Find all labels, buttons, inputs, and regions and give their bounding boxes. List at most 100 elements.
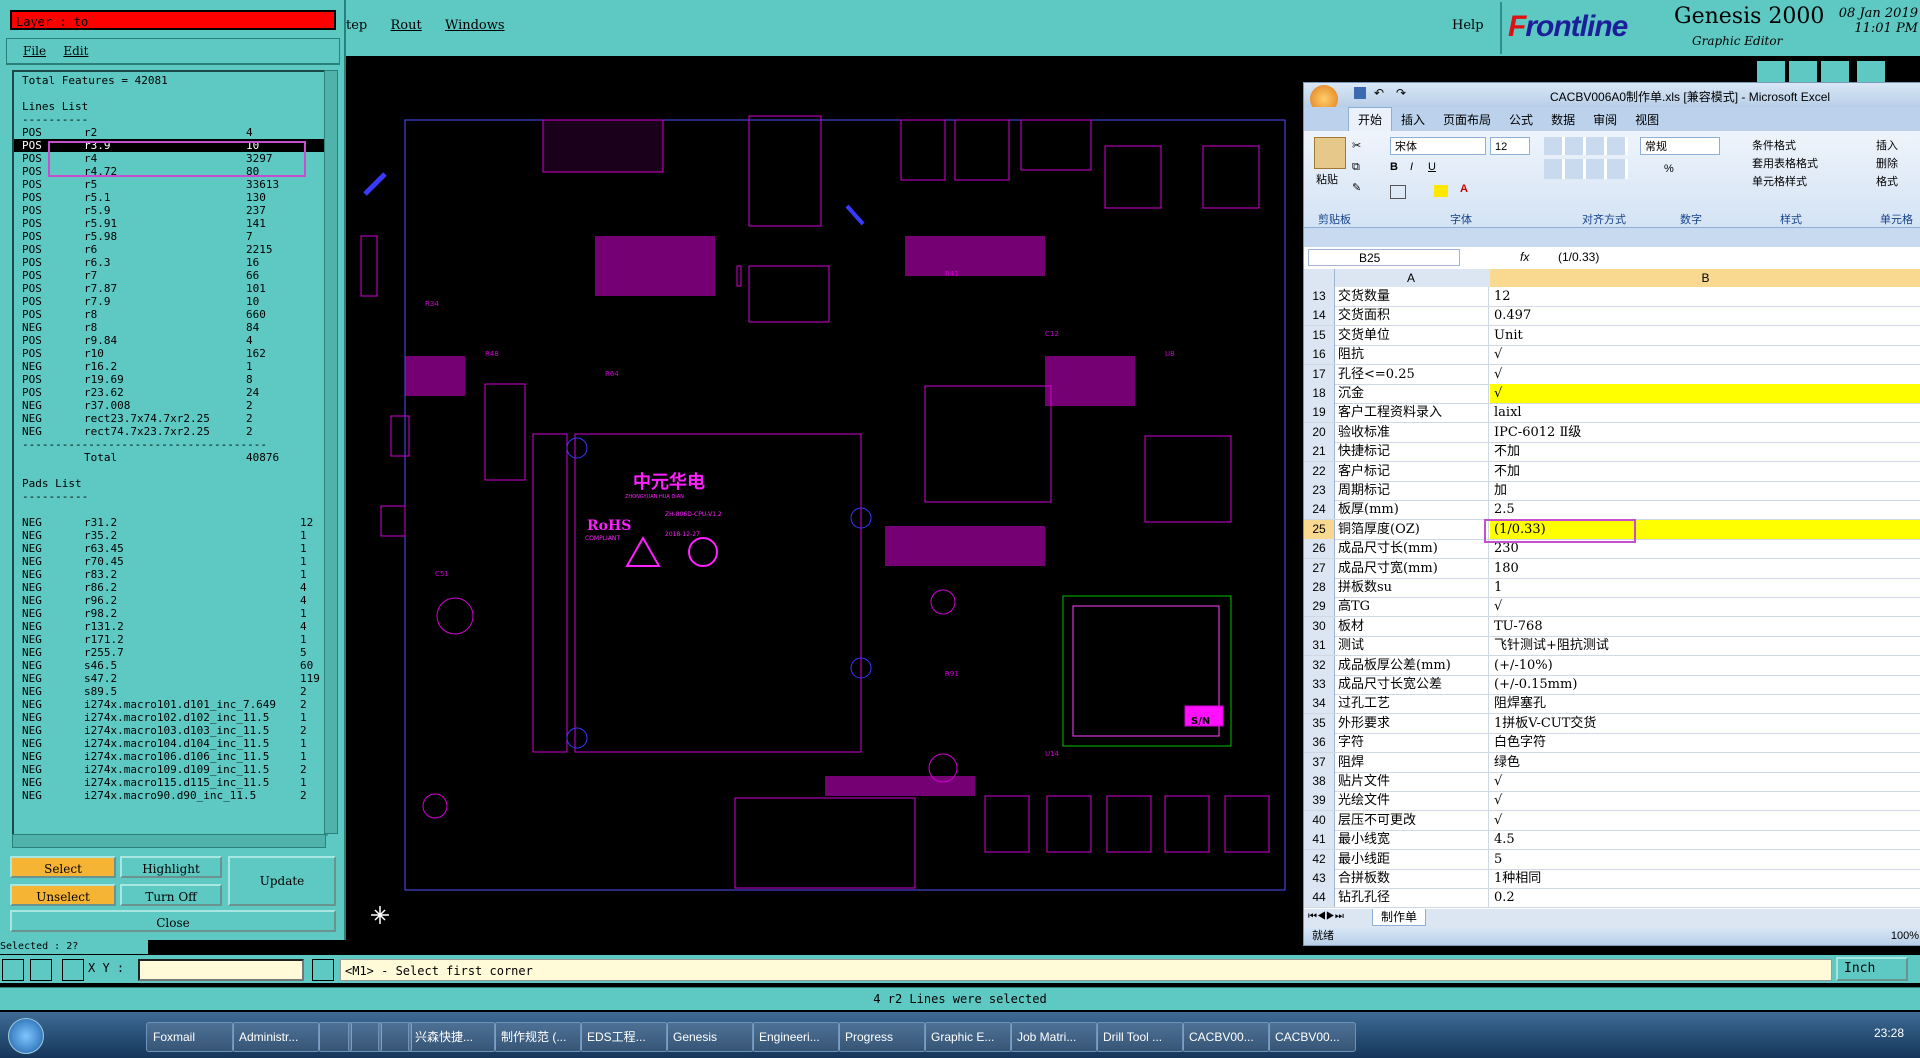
- row-number[interactable]: 44: [1304, 888, 1335, 908]
- conditional-format-button[interactable]: 条件格式: [1752, 137, 1796, 153]
- row-number[interactable]: 16: [1304, 345, 1335, 365]
- row-number[interactable]: 23: [1304, 481, 1335, 500]
- row-number[interactable]: 20: [1304, 422, 1335, 442]
- zoom-level[interactable]: 100%: [1891, 927, 1919, 945]
- tab-insert[interactable]: 插入: [1392, 108, 1434, 132]
- cell-a[interactable]: 孔径<=0.25: [1336, 364, 1489, 384]
- row-number[interactable]: 42: [1304, 849, 1335, 869]
- snap-icon[interactable]: [2, 959, 24, 981]
- pads-list-row[interactable]: NEG s46.5 60: [14, 659, 326, 672]
- pads-list-row[interactable]: NEG i274x.macro101.d101_inc_7.649 2: [14, 698, 326, 711]
- cell-a[interactable]: 成品板厚公差(mm): [1336, 655, 1489, 675]
- cell-b[interactable]: √: [1490, 365, 1920, 384]
- cell-a[interactable]: 成品尺寸宽(mm): [1336, 558, 1489, 578]
- taskbar-item[interactable]: Graphic E...: [924, 1022, 1012, 1052]
- pads-list-row[interactable]: NEG r98.2 1: [14, 607, 326, 620]
- cell-b[interactable]: 12: [1490, 287, 1920, 306]
- cell-a[interactable]: 层压不可更改: [1336, 810, 1489, 830]
- format-as-table-button[interactable]: 套用表格格式: [1752, 155, 1818, 171]
- taskbar-item[interactable]: Engineeri...: [752, 1022, 840, 1052]
- lines-list-row[interactable]: POS r7 66: [14, 269, 326, 282]
- pads-list-row[interactable]: NEG r255.7 5: [14, 646, 326, 659]
- cell-b[interactable]: 0.497: [1490, 306, 1920, 325]
- pads-list-row[interactable]: NEG i274x.macro90.d90_inc_11.5 2: [14, 789, 326, 802]
- spreadsheet-grid[interactable]: 13 交货数量 12 14 交货面积 0.497 15 交货单位 Unit 16 阻抗 √ 17 孔径<=…: [1304, 287, 1920, 909]
- grid-icon[interactable]: [62, 959, 84, 981]
- taskbar-item[interactable]: [348, 1022, 382, 1052]
- pads-list-row[interactable]: NEG r35.2 1: [14, 529, 326, 542]
- cell-a[interactable]: 交货面积: [1336, 306, 1489, 326]
- font-size-select[interactable]: 12: [1490, 137, 1530, 155]
- bold-icon[interactable]: B: [1390, 161, 1398, 173]
- undo-icon[interactable]: ↶: [1374, 86, 1384, 100]
- cell-b[interactable]: 4.5: [1490, 830, 1920, 849]
- cell-b[interactable]: IPC-6012 Ⅱ级: [1490, 423, 1920, 442]
- turn-off-button[interactable]: Turn Off: [120, 884, 222, 906]
- lines-list-row[interactable]: POS r8 660: [14, 308, 326, 321]
- taskbar-item[interactable]: Job Matri...: [1010, 1022, 1098, 1052]
- taskbar-item[interactable]: [378, 1022, 412, 1052]
- tab-data[interactable]: 数据: [1542, 108, 1584, 132]
- cell-b[interactable]: 绿色: [1490, 753, 1920, 772]
- cell-a[interactable]: 成品尺寸长宽公差: [1336, 675, 1489, 694]
- tab-page-layout[interactable]: 页面布局: [1434, 108, 1500, 132]
- formula-input[interactable]: (1/0.33): [1558, 250, 1599, 264]
- font-color-icon[interactable]: A: [1460, 183, 1468, 195]
- number-format-select[interactable]: 常规: [1640, 137, 1720, 155]
- lines-list-row[interactable]: NEG rect74.7x23.7xr2.25 2: [14, 425, 326, 438]
- lines-list-row[interactable]: POS r5.98 7: [14, 230, 326, 243]
- cell-b[interactable]: (+/-10%): [1490, 656, 1920, 675]
- percent-icon[interactable]: %: [1664, 163, 1674, 175]
- cell-a[interactable]: 外形要求: [1336, 713, 1489, 733]
- input-mode-icon[interactable]: [312, 959, 334, 981]
- tab-formulas[interactable]: 公式: [1500, 108, 1542, 132]
- select-button[interactable]: Select: [10, 856, 116, 878]
- cell-b[interactable]: 加: [1490, 481, 1920, 500]
- menu-edit[interactable]: Edit: [63, 44, 88, 58]
- cell-b[interactable]: √: [1490, 791, 1920, 810]
- highlight-button[interactable]: Highlight: [120, 856, 222, 878]
- cell-a[interactable]: 交货数量: [1336, 287, 1489, 306]
- cell-b[interactable]: 1种相同: [1490, 869, 1920, 888]
- redo-icon[interactable]: ↷: [1396, 86, 1406, 100]
- taskbar-item[interactable]: CACBV00...: [1182, 1022, 1270, 1052]
- cell-b[interactable]: √: [1490, 384, 1920, 403]
- save-icon[interactable]: [1354, 87, 1366, 99]
- row-number[interactable]: 41: [1304, 830, 1335, 850]
- measure-icon[interactable]: [30, 959, 52, 981]
- row-number[interactable]: 36: [1304, 733, 1335, 753]
- row-number[interactable]: 21: [1304, 442, 1335, 462]
- cell-a[interactable]: 客户工程资料录入: [1336, 403, 1489, 423]
- pads-list-row[interactable]: NEG r86.2 4: [14, 581, 326, 594]
- cell-a[interactable]: 最小线距: [1336, 849, 1489, 869]
- row-number[interactable]: 15: [1304, 325, 1335, 345]
- cell-a[interactable]: 沉金: [1336, 384, 1489, 403]
- pads-list-row[interactable]: NEG i274x.macro102.d102_inc_11.5 1: [14, 711, 326, 724]
- lines-list-row[interactable]: NEG r8 84: [14, 321, 326, 334]
- tab-review[interactable]: 审阅: [1584, 108, 1626, 132]
- cell-b[interactable]: √: [1490, 345, 1920, 364]
- row-number[interactable]: 13: [1304, 287, 1335, 306]
- row-number[interactable]: 32: [1304, 655, 1335, 675]
- pads-list-row[interactable]: NEG r70.45 1: [14, 555, 326, 568]
- italic-icon[interactable]: I: [1410, 161, 1413, 173]
- row-number[interactable]: 14: [1304, 306, 1335, 326]
- taskbar-item[interactable]: 兴森快捷...: [408, 1022, 496, 1052]
- clock[interactable]: 23:28: [1874, 1026, 1904, 1040]
- row-number[interactable]: 26: [1304, 539, 1335, 559]
- select-all-corner[interactable]: [1304, 269, 1335, 287]
- cell-a[interactable]: 合拼板数: [1336, 869, 1489, 888]
- cell-a[interactable]: 高TG: [1336, 597, 1489, 617]
- pads-list-row[interactable]: NEG r31.2 12: [14, 516, 326, 529]
- row-number[interactable]: 25: [1304, 519, 1335, 539]
- cell-b[interactable]: 180: [1490, 559, 1920, 578]
- cell-b[interactable]: laixl: [1490, 403, 1920, 422]
- menu-help[interactable]: Help: [1452, 18, 1484, 33]
- cell-a[interactable]: 字符: [1336, 733, 1489, 753]
- pads-list-row[interactable]: NEG i274x.macro103.d103_inc_11.5 2: [14, 724, 326, 737]
- cell-b[interactable]: 不加: [1490, 442, 1920, 461]
- row-number[interactable]: 30: [1304, 616, 1335, 636]
- column-b-header[interactable]: B: [1490, 269, 1920, 287]
- pads-list-row[interactable]: NEG s89.5 2: [14, 685, 326, 698]
- cell-b[interactable]: 2.5: [1490, 500, 1920, 519]
